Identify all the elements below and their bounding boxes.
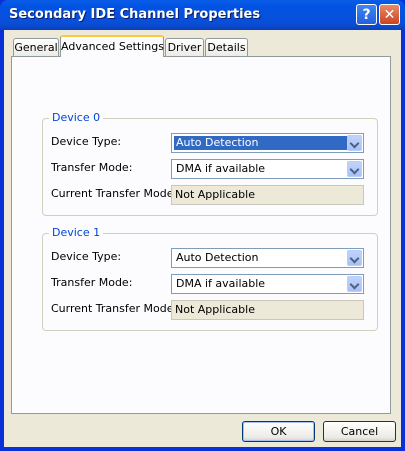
tab-panel: Device 0 Device Type: Auto Detection Tra…: [11, 56, 391, 414]
device-0-type-select[interactable]: Auto Detection: [171, 133, 364, 153]
device-0-group: Device 0 Device Type: Auto Detection Tra…: [42, 111, 378, 216]
device-1-title: Device 1: [49, 226, 104, 239]
ok-button[interactable]: OK: [242, 421, 315, 442]
close-button[interactable]: ✕: [379, 4, 400, 25]
window-title: Secondary IDE Channel Properties: [9, 7, 261, 22]
cancel-button[interactable]: Cancel: [323, 421, 396, 442]
device-0-title: Device 0: [49, 111, 104, 124]
device-type-label: Device Type:: [51, 135, 122, 148]
device-0-transfer-mode-value: DMA if available: [176, 162, 266, 175]
tab-advanced-settings[interactable]: Advanced Settings: [60, 35, 164, 57]
device-1-type-value: Auto Detection: [176, 251, 259, 264]
device-1-current-mode-field: Not Applicable: [171, 300, 364, 320]
dropdown-button[interactable]: [347, 135, 362, 151]
device-0-transfer-mode-select[interactable]: DMA if available: [171, 159, 364, 179]
dropdown-button[interactable]: [347, 276, 362, 292]
tab-general[interactable]: General: [13, 38, 59, 56]
properties-window: Secondary IDE Channel Properties ? ✕ Gen…: [0, 0, 405, 451]
chevron-down-icon: [349, 279, 360, 290]
chevron-down-icon: [349, 138, 360, 149]
help-button[interactable]: ?: [356, 4, 377, 25]
transfer-mode-label: Transfer Mode:: [51, 161, 133, 174]
current-transfer-mode-label: Current Transfer Mode:: [51, 187, 178, 200]
device-0-type-value: Auto Detection: [174, 136, 348, 150]
tab-details[interactable]: Details: [205, 38, 248, 56]
current-transfer-mode-label: Current Transfer Mode:: [51, 302, 178, 315]
device-1-transfer-mode-value: DMA if available: [176, 277, 266, 290]
device-1-type-select[interactable]: Auto Detection: [171, 248, 364, 268]
dialog-body: General Advanced Settings Driver Details…: [4, 30, 401, 447]
device-type-label: Device Type:: [51, 250, 122, 263]
dropdown-button[interactable]: [347, 250, 362, 266]
transfer-mode-label: Transfer Mode:: [51, 276, 133, 289]
dropdown-button[interactable]: [347, 161, 362, 177]
device-0-current-mode-field: Not Applicable: [171, 185, 364, 205]
title-bar[interactable]: Secondary IDE Channel Properties ? ✕: [0, 0, 405, 30]
device-1-group: Device 1 Device Type: Auto Detection Tra…: [42, 226, 378, 331]
device-1-transfer-mode-select[interactable]: DMA if available: [171, 274, 364, 294]
chevron-down-icon: [349, 164, 360, 175]
tab-driver[interactable]: Driver: [165, 38, 204, 56]
chevron-down-icon: [349, 253, 360, 264]
